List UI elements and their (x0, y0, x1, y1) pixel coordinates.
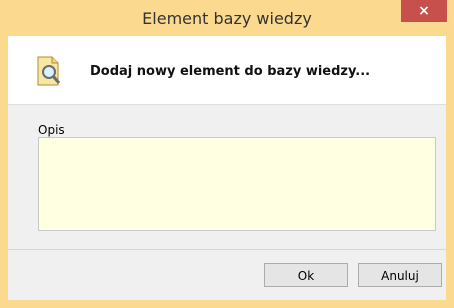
document-search-icon (37, 56, 61, 86)
cancel-button[interactable]: Anuluj (358, 263, 442, 287)
ok-button[interactable]: Ok (264, 263, 348, 287)
dialog-heading: Dodaj nowy element do bazy wiedzy... (90, 64, 371, 79)
button-divider (8, 249, 446, 250)
window-title: Element bazy wiedzy (142, 9, 312, 28)
close-button[interactable]: × (401, 0, 447, 22)
description-label: Opis (38, 123, 65, 137)
dialog-header: Dodaj nowy element do bazy wiedzy... (8, 36, 446, 105)
dialog-content: Dodaj nowy element do bazy wiedzy... Opi… (8, 36, 446, 300)
description-field[interactable] (38, 137, 436, 231)
dialog-window: Element bazy wiedzy × Dodaj nowy element… (0, 0, 454, 308)
close-icon: × (418, 3, 430, 19)
title-bar[interactable]: Element bazy wiedzy × (0, 0, 454, 36)
